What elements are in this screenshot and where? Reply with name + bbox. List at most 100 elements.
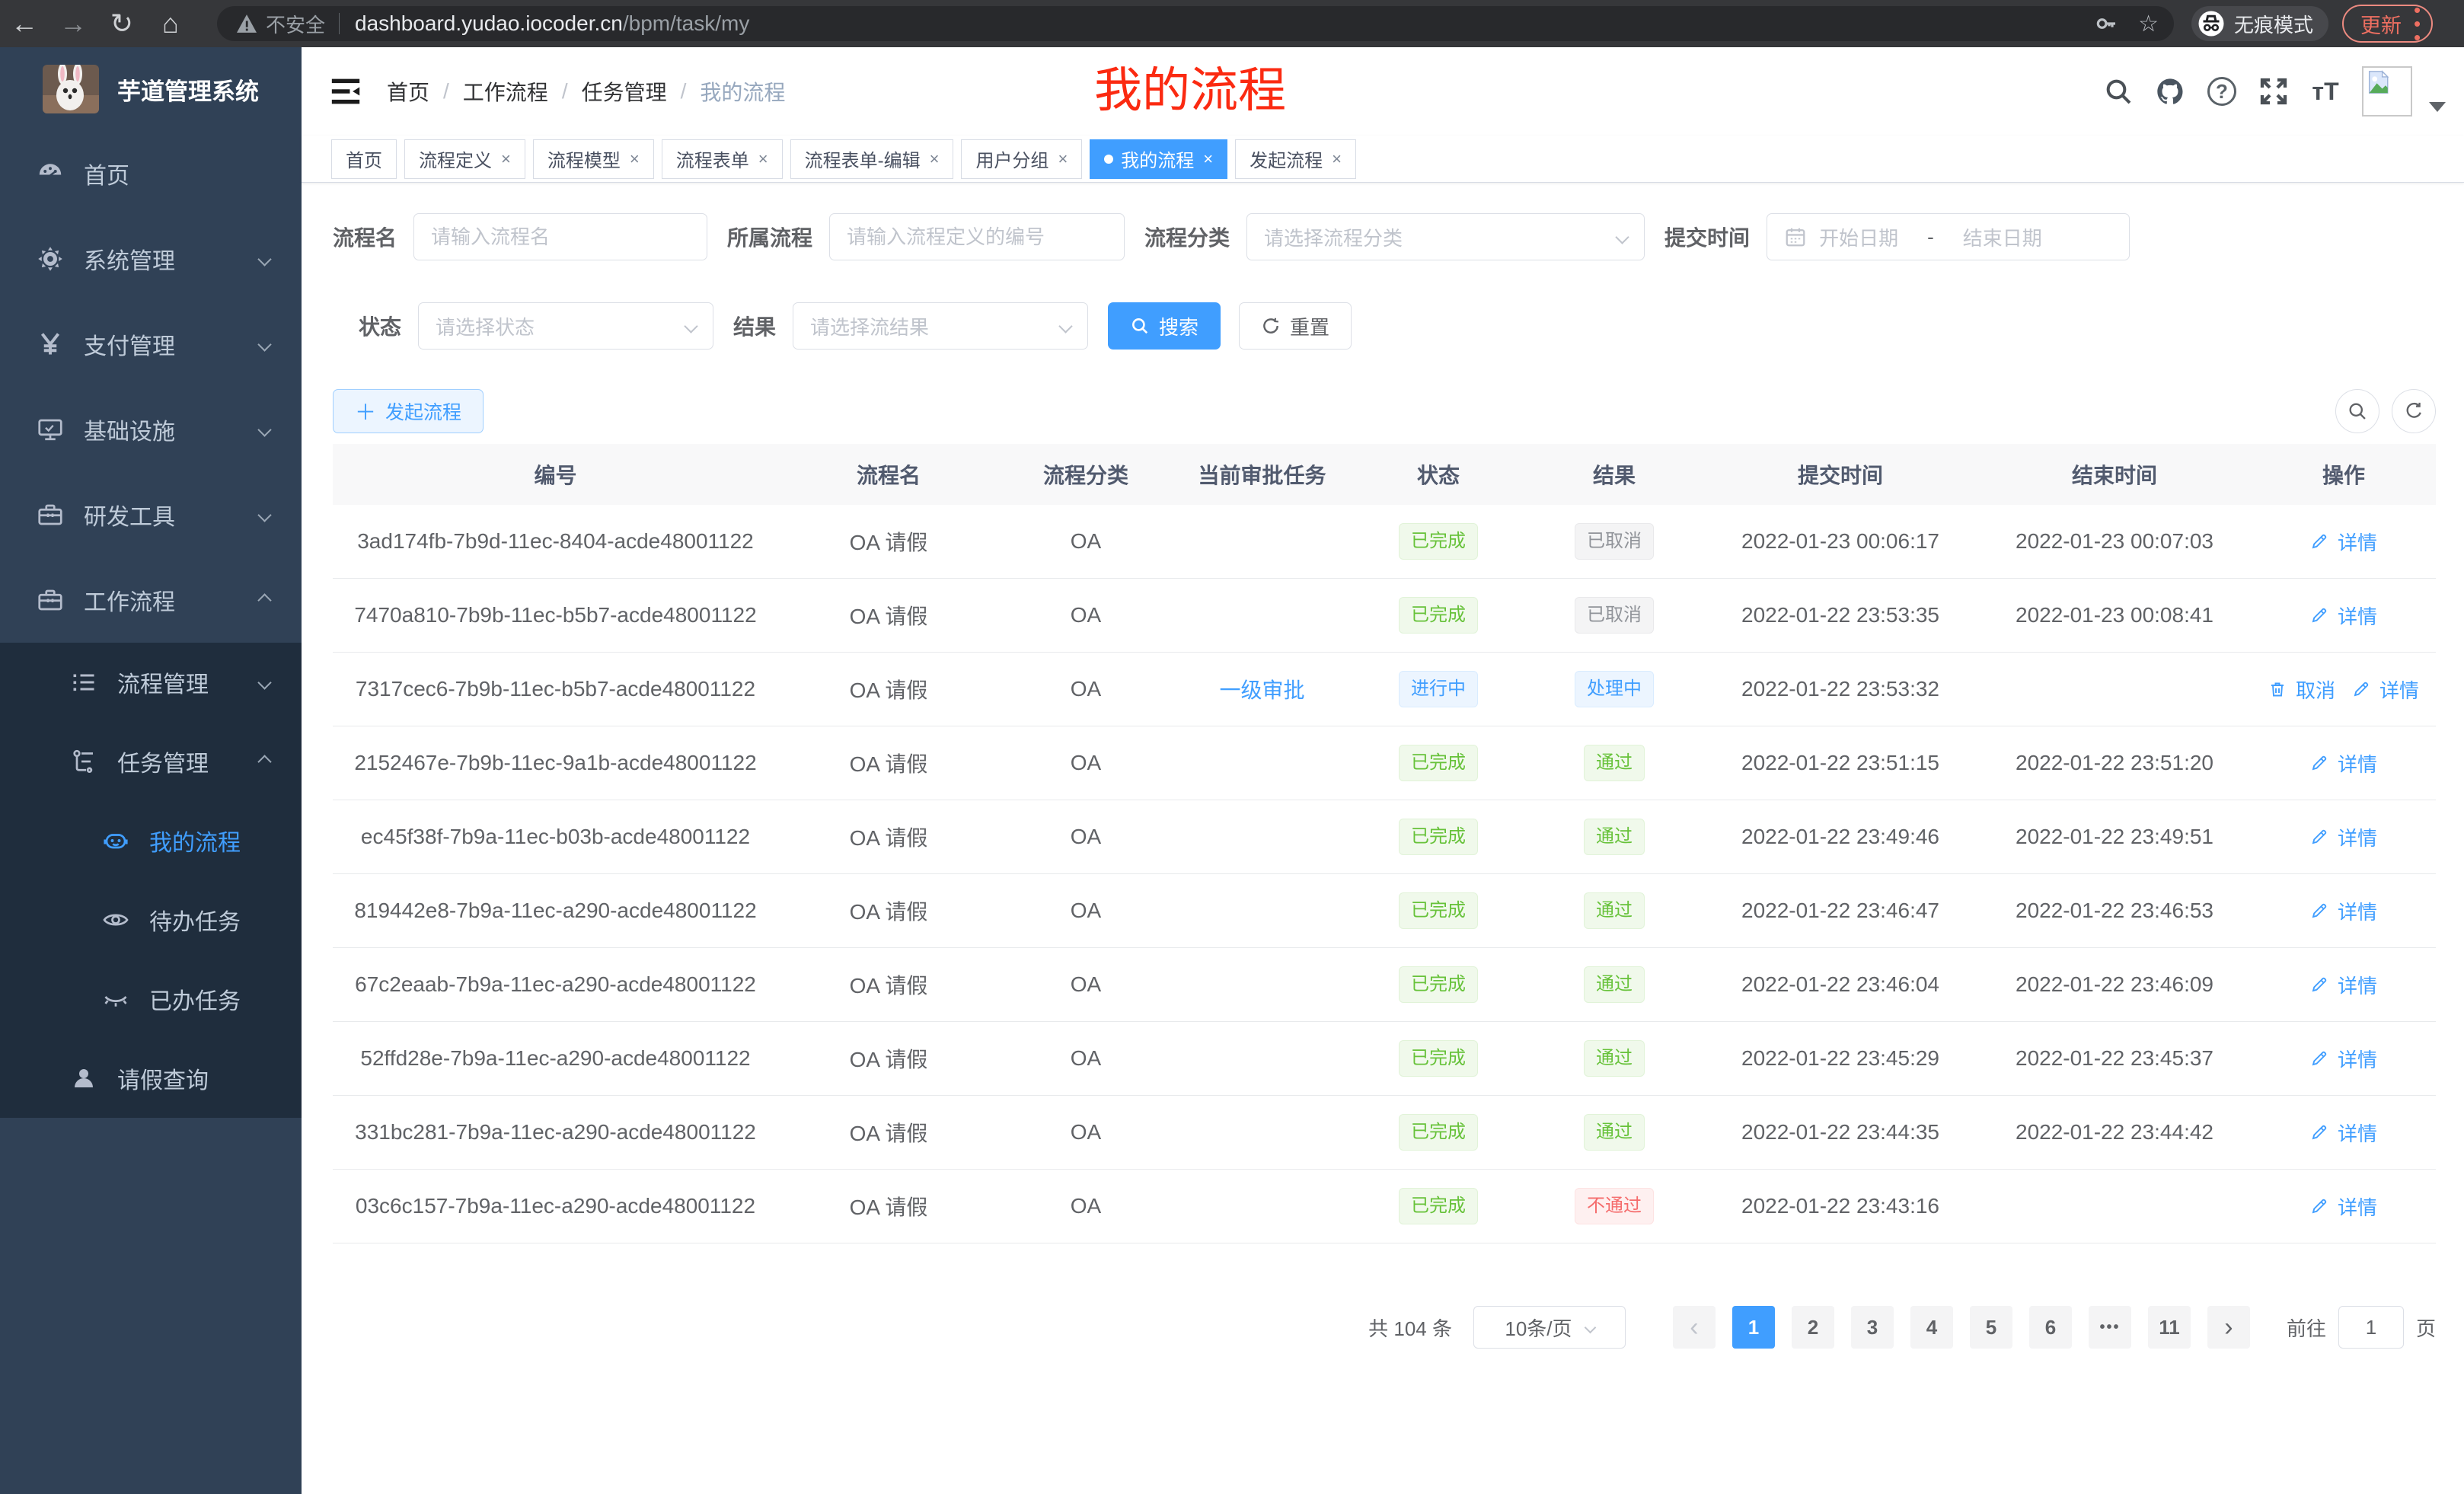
detail-link[interactable]: 详情 (2310, 528, 2377, 556)
browser-update-button[interactable]: 更新 ••• (2342, 5, 2433, 43)
pen-icon (2310, 828, 2333, 846)
close-icon[interactable]: × (630, 149, 640, 169)
show-search-button[interactable] (2335, 389, 2379, 433)
cell-actions: 详情 (2252, 1045, 2436, 1073)
cell-status: 进行中 (1352, 671, 1525, 708)
detail-link[interactable]: 详情 (2352, 675, 2419, 704)
browser-home-icon[interactable]: ⌂ (146, 8, 195, 40)
chevron-up-icon (257, 593, 271, 607)
sidebar-item-payment-management[interactable]: 支付管理 (0, 302, 302, 387)
sidebar-item-leave-query[interactable]: 请假查询 (0, 1039, 302, 1118)
tab-start-process[interactable]: 发起流程× (1235, 139, 1356, 179)
detail-link[interactable]: 详情 (2310, 823, 2377, 851)
page-button-2[interactable]: 2 (1792, 1306, 1834, 1349)
close-icon[interactable]: × (1332, 149, 1342, 169)
close-icon[interactable]: × (758, 149, 768, 169)
goto-page-input[interactable] (2338, 1306, 2404, 1349)
detail-link[interactable]: 详情 (2310, 1045, 2377, 1073)
more-pages-icon[interactable]: ••• (2089, 1306, 2131, 1349)
sidebar-item-infrastructure[interactable]: 基础设施 (0, 387, 302, 472)
browser-menu-icon[interactable]: ••• (2414, 3, 2421, 45)
status-badge: 不通过 (1575, 1188, 1654, 1225)
browser-forward-icon[interactable]: → (49, 8, 97, 40)
sidebar-item-my-process[interactable]: 我的流程 (0, 801, 302, 880)
sidebar-item-home[interactable]: 首页 (0, 131, 302, 216)
tab-process-model[interactable]: 流程模型× (533, 139, 654, 179)
tab-my-process[interactable]: 我的流程× (1090, 139, 1227, 179)
detail-link[interactable]: 详情 (2310, 897, 2377, 925)
fullscreen-icon[interactable] (2248, 76, 2300, 107)
tab-home[interactable]: 首页 (331, 139, 397, 179)
submit-time-range-picker[interactable]: 开始日期 - 结束日期 (1767, 213, 2130, 260)
detail-link[interactable]: 详情 (2310, 971, 2377, 999)
start-process-button[interactable]: ＋ 发起流程 (333, 389, 484, 433)
list-icon (67, 669, 101, 696)
pen-icon (2310, 1197, 2333, 1215)
cell-process-name: OA 请假 (778, 1117, 999, 1148)
warning-icon (235, 14, 258, 34)
column-header: 操作 (2252, 459, 2436, 490)
detail-link[interactable]: 详情 (2310, 602, 2377, 630)
process-name-input[interactable] (413, 213, 707, 260)
sidebar-item-process-management[interactable]: 流程管理 (0, 643, 302, 722)
password-key-icon[interactable] (2094, 11, 2118, 36)
page-button-6[interactable]: 6 (2029, 1306, 2072, 1349)
tab-user-group[interactable]: 用户分组× (961, 139, 1082, 179)
tab-process-form[interactable]: 流程表单× (662, 139, 783, 179)
process-def-input[interactable] (829, 213, 1125, 260)
update-label[interactable]: 更新 (2360, 9, 2402, 39)
cell-process-name: OA 请假 (778, 674, 999, 704)
page-button-4[interactable]: 4 (1910, 1306, 1953, 1349)
refresh-table-button[interactable] (2392, 389, 2436, 433)
result-select[interactable]: 请选择流结果 (793, 302, 1088, 350)
avatar-caret-icon[interactable] (2429, 102, 2446, 112)
close-icon[interactable]: × (930, 149, 940, 169)
sidebar-item-done-tasks[interactable]: 已办任务 (0, 959, 302, 1039)
sidebar-item-system-management[interactable]: 系统管理 (0, 216, 302, 302)
help-icon[interactable]: ? (2196, 77, 2248, 106)
category-select[interactable]: 请选择流程分类 (1246, 213, 1645, 260)
browser-reload-icon[interactable]: ↻ (97, 8, 146, 40)
page-button-11[interactable]: 11 (2148, 1306, 2191, 1349)
close-icon[interactable]: × (501, 149, 511, 169)
github-icon[interactable] (2144, 76, 2196, 107)
detail-link[interactable]: 详情 (2310, 749, 2377, 777)
status-badge: 通过 (1584, 1040, 1645, 1077)
next-page-button[interactable]: › (2207, 1306, 2250, 1349)
table-body: 3ad174fb-7b9d-11ec-8404-acde48001122OA 请… (333, 505, 2436, 1243)
avatar[interactable] (2362, 66, 2412, 117)
cell-category: OA (999, 1046, 1173, 1071)
page-button-5[interactable]: 5 (1970, 1306, 2012, 1349)
prev-page-button[interactable]: ‹ (1673, 1306, 1716, 1349)
page-button-1[interactable]: 1 (1732, 1306, 1775, 1349)
bookmark-star-icon[interactable]: ☆ (2138, 11, 2159, 37)
chevron-down-icon (257, 337, 271, 351)
font-size-icon[interactable]: тT (2300, 78, 2351, 106)
sidebar-item-workflow[interactable]: 工作流程 (0, 557, 302, 643)
cancel-link[interactable]: 取消 (2268, 675, 2335, 704)
breadcrumb-workflow[interactable]: 工作流程 (463, 76, 548, 107)
sidebar-item-dev-tools[interactable]: 研发工具 (0, 472, 302, 557)
sidebar-item-task-management[interactable]: 任务管理 (0, 722, 302, 801)
page-button-3[interactable]: 3 (1851, 1306, 1894, 1349)
search-icon[interactable] (2092, 76, 2144, 107)
sidebar-item-todo-tasks[interactable]: 待办任务 (0, 880, 302, 959)
cell-current-task[interactable]: 一级审批 (1173, 674, 1352, 704)
page-size-select[interactable]: 10条/页 (1473, 1306, 1626, 1349)
reset-button[interactable]: 重置 (1239, 302, 1352, 350)
breadcrumb-task-management[interactable]: 任务管理 (582, 76, 667, 107)
close-icon[interactable]: × (1203, 149, 1213, 169)
address-bar[interactable]: 不安全 dashboard.yudao.iocoder.cn /bpm/task… (217, 6, 2174, 41)
column-header: 提交时间 (1703, 459, 1977, 490)
search-button[interactable]: 搜索 (1108, 302, 1221, 350)
tab-process-definition[interactable]: 流程定义× (404, 139, 525, 179)
tab-process-form-edit[interactable]: 流程表单-编辑× (790, 139, 954, 179)
status-select[interactable]: 请选择状态 (418, 302, 713, 350)
browser-back-icon[interactable]: ← (0, 8, 49, 40)
breadcrumb-home[interactable]: 首页 (387, 76, 429, 107)
close-icon[interactable]: × (1058, 149, 1068, 169)
sidebar-fold-icon[interactable] (329, 76, 362, 107)
security-label[interactable]: 不安全 (266, 10, 325, 38)
detail-link[interactable]: 详情 (2310, 1192, 2377, 1221)
detail-link[interactable]: 详情 (2310, 1119, 2377, 1147)
